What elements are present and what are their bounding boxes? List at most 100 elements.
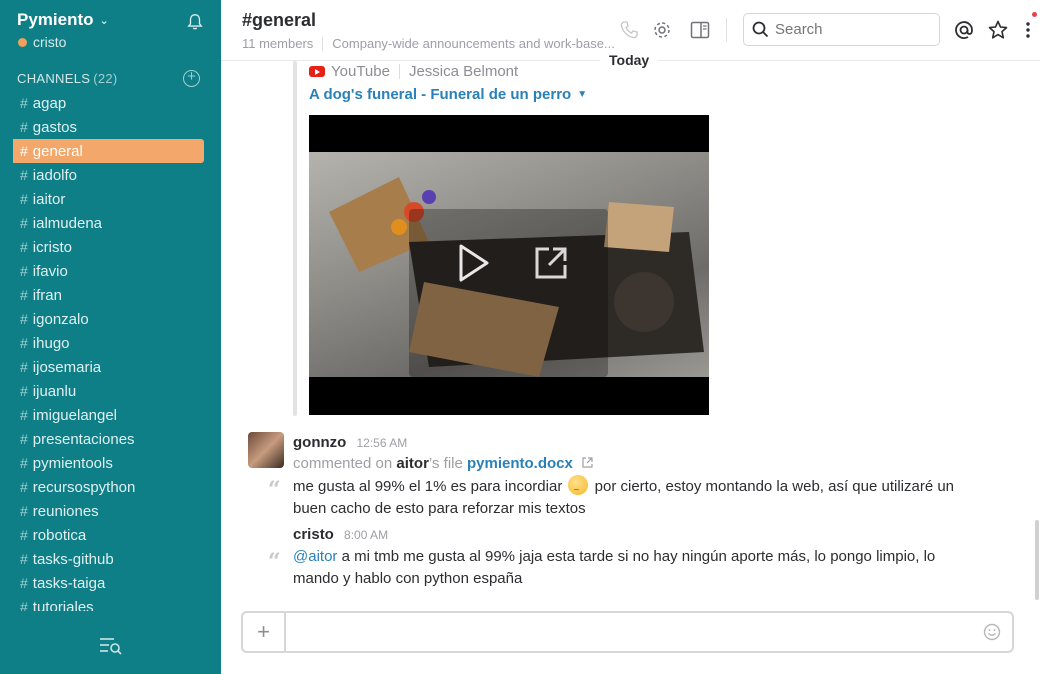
hash-icon: # [20, 407, 28, 423]
message-time[interactable]: 8:00 AM [344, 528, 388, 542]
quick-switcher-icon[interactable] [99, 636, 123, 656]
file-comment-context: commented on aitor’s file pymiento.docx [293, 455, 593, 472]
sidebar-item-ijuanlu[interactable]: # ijuanlu [13, 379, 204, 403]
sidebar-item-label: presentaciones [32, 430, 135, 448]
message-author[interactable]: gonnzo [293, 434, 346, 451]
sidebar-item-agap[interactable]: # agap [13, 91, 204, 115]
sidebar-item-gastos[interactable]: # gastos [13, 115, 204, 139]
hash-icon: # [20, 95, 28, 111]
search-box[interactable] [743, 13, 940, 46]
sidebar-item-label: iadolfo [32, 166, 77, 184]
attachment-bar [293, 61, 297, 416]
plus-icon[interactable]: + [243, 613, 286, 651]
emoji-button[interactable] [972, 613, 1012, 651]
sidebar-item-label: ijuanlu [32, 382, 77, 400]
sidebar-item-tutoriales[interactable]: # tutoriales [13, 595, 204, 612]
sidebar-item-tasks-taiga[interactable]: # tasks-taiga [13, 571, 204, 595]
message-header: cristo 8:00 AM [293, 526, 388, 543]
sidebar-item-presentaciones[interactable]: # presentaciones [13, 427, 204, 451]
sidebar-item-ijosemaria[interactable]: # ijosemaria [13, 355, 204, 379]
search-input[interactable] [775, 21, 925, 38]
presence-icon [18, 37, 27, 47]
current-user[interactable]: cristo [18, 34, 66, 50]
message-input[interactable] [286, 613, 972, 651]
sidebar-item-ifavio[interactable]: # ifavio [13, 259, 204, 283]
sidebar-item-ifran[interactable]: # ifran [13, 283, 204, 307]
external-link-icon[interactable] [531, 243, 571, 283]
message-author[interactable]: cristo [293, 526, 334, 543]
phone-icon[interactable] [619, 20, 639, 40]
comment-prefix: commented on [293, 455, 393, 472]
channel-title[interactable]: #general [242, 10, 316, 31]
team-menu[interactable]: Pymiento ⌄ [17, 10, 109, 30]
divider [398, 64, 400, 79]
more-vertical-icon[interactable] [1019, 20, 1037, 40]
message-text-part: me gusta al 99% el 1% es para incordiar [293, 478, 563, 495]
sidebar-item-recursospython[interactable]: # recursospython [13, 475, 204, 499]
message-time[interactable]: 12:56 AM [357, 436, 408, 450]
channels-header[interactable]: CHANNELS (22) [17, 71, 118, 86]
youtube-icon [309, 66, 325, 77]
sidebar-item-label: ifran [32, 286, 62, 304]
hash-icon: # [20, 167, 28, 183]
smiley-icon [983, 623, 1001, 641]
hash-icon: # [20, 599, 28, 611]
hash-icon: # [20, 311, 28, 327]
channels-count: (22) [93, 71, 118, 86]
user-mention[interactable]: @aitor [293, 548, 337, 565]
team-name[interactable]: Pymiento [17, 10, 94, 30]
sidebar-item-general[interactable]: # general [13, 139, 204, 163]
add-channel-icon[interactable]: + [183, 69, 200, 87]
sidebar-item-imiguelangel[interactable]: # imiguelangel [13, 403, 204, 427]
member-count[interactable]: 11 members [242, 36, 313, 51]
sidebar-item-reuniones[interactable]: # reuniones [13, 499, 204, 523]
video-title-link[interactable]: A dog's funeral - Funeral de un perro [309, 86, 571, 103]
wink-emoji-icon [568, 475, 589, 502]
sidebar-item-label: gastos [32, 118, 77, 136]
sidebar-item-iaitor[interactable]: # iaitor [13, 187, 204, 211]
attachment-title[interactable]: A dog's funeral - Funeral de un perro ▼ [309, 86, 587, 103]
bell-icon[interactable] [186, 13, 204, 31]
sidebar-item-ihugo[interactable]: # ihugo [13, 331, 204, 355]
sidebar-item-ialmudena[interactable]: # ialmudena [13, 211, 204, 235]
hash-icon: # [20, 527, 28, 543]
play-icon[interactable] [449, 240, 495, 286]
hash-icon: # [20, 455, 28, 471]
divider [726, 18, 727, 42]
avatar[interactable] [248, 432, 284, 468]
star-icon[interactable] [988, 20, 1008, 40]
sidebar-item-label: ifavio [32, 262, 68, 280]
gear-icon[interactable] [652, 20, 672, 40]
sidebar-item-label: ijosemaria [32, 358, 102, 376]
caret-down-icon[interactable]: ▼ [577, 89, 587, 100]
external-link-icon[interactable] [582, 457, 593, 468]
mentions-icon[interactable] [954, 20, 974, 40]
message-composer: + [241, 611, 1014, 653]
sidebar-item-igonzalo[interactable]: # igonzalo [13, 307, 204, 331]
file-link[interactable]: pymiento.docx [467, 455, 573, 472]
sidebar-item-label: igonzalo [32, 310, 89, 328]
sidebar-item-pymientools[interactable]: # pymientools [13, 451, 204, 475]
sidebar-item-tasks-github[interactable]: # tasks-github [13, 547, 204, 571]
message-text-part: a mi tmb me gusta al 99% jaja esta tarde… [293, 548, 936, 587]
sidebar-item-label: ialmudena [32, 214, 103, 232]
sidebar-item-robotica[interactable]: # robotica [13, 523, 204, 547]
sidebar-item-icristo[interactable]: # icristo [13, 235, 204, 259]
attachment-author: Jessica Belmont [408, 63, 519, 80]
file-owner[interactable]: aitor [396, 455, 429, 472]
quote-icon: “ [268, 477, 281, 503]
hash-icon: # [20, 119, 28, 135]
sidebar-toggle-icon[interactable] [690, 20, 710, 40]
hash-icon: # [20, 503, 28, 519]
attachment-source: YouTube Jessica Belmont [309, 63, 518, 80]
sidebar-item-label: tutoriales [32, 598, 94, 612]
hash-icon: # [20, 143, 28, 159]
channels-label[interactable]: CHANNELS [17, 71, 90, 86]
sidebar-item-iadolfo[interactable]: # iadolfo [13, 163, 204, 187]
quote-icon: “ [268, 549, 281, 575]
sidebar-item-label: reuniones [32, 502, 99, 520]
hash-icon: # [20, 335, 28, 351]
video-player[interactable] [309, 115, 709, 415]
hash-icon: # [20, 239, 28, 255]
scrollbar[interactable] [1035, 520, 1039, 600]
